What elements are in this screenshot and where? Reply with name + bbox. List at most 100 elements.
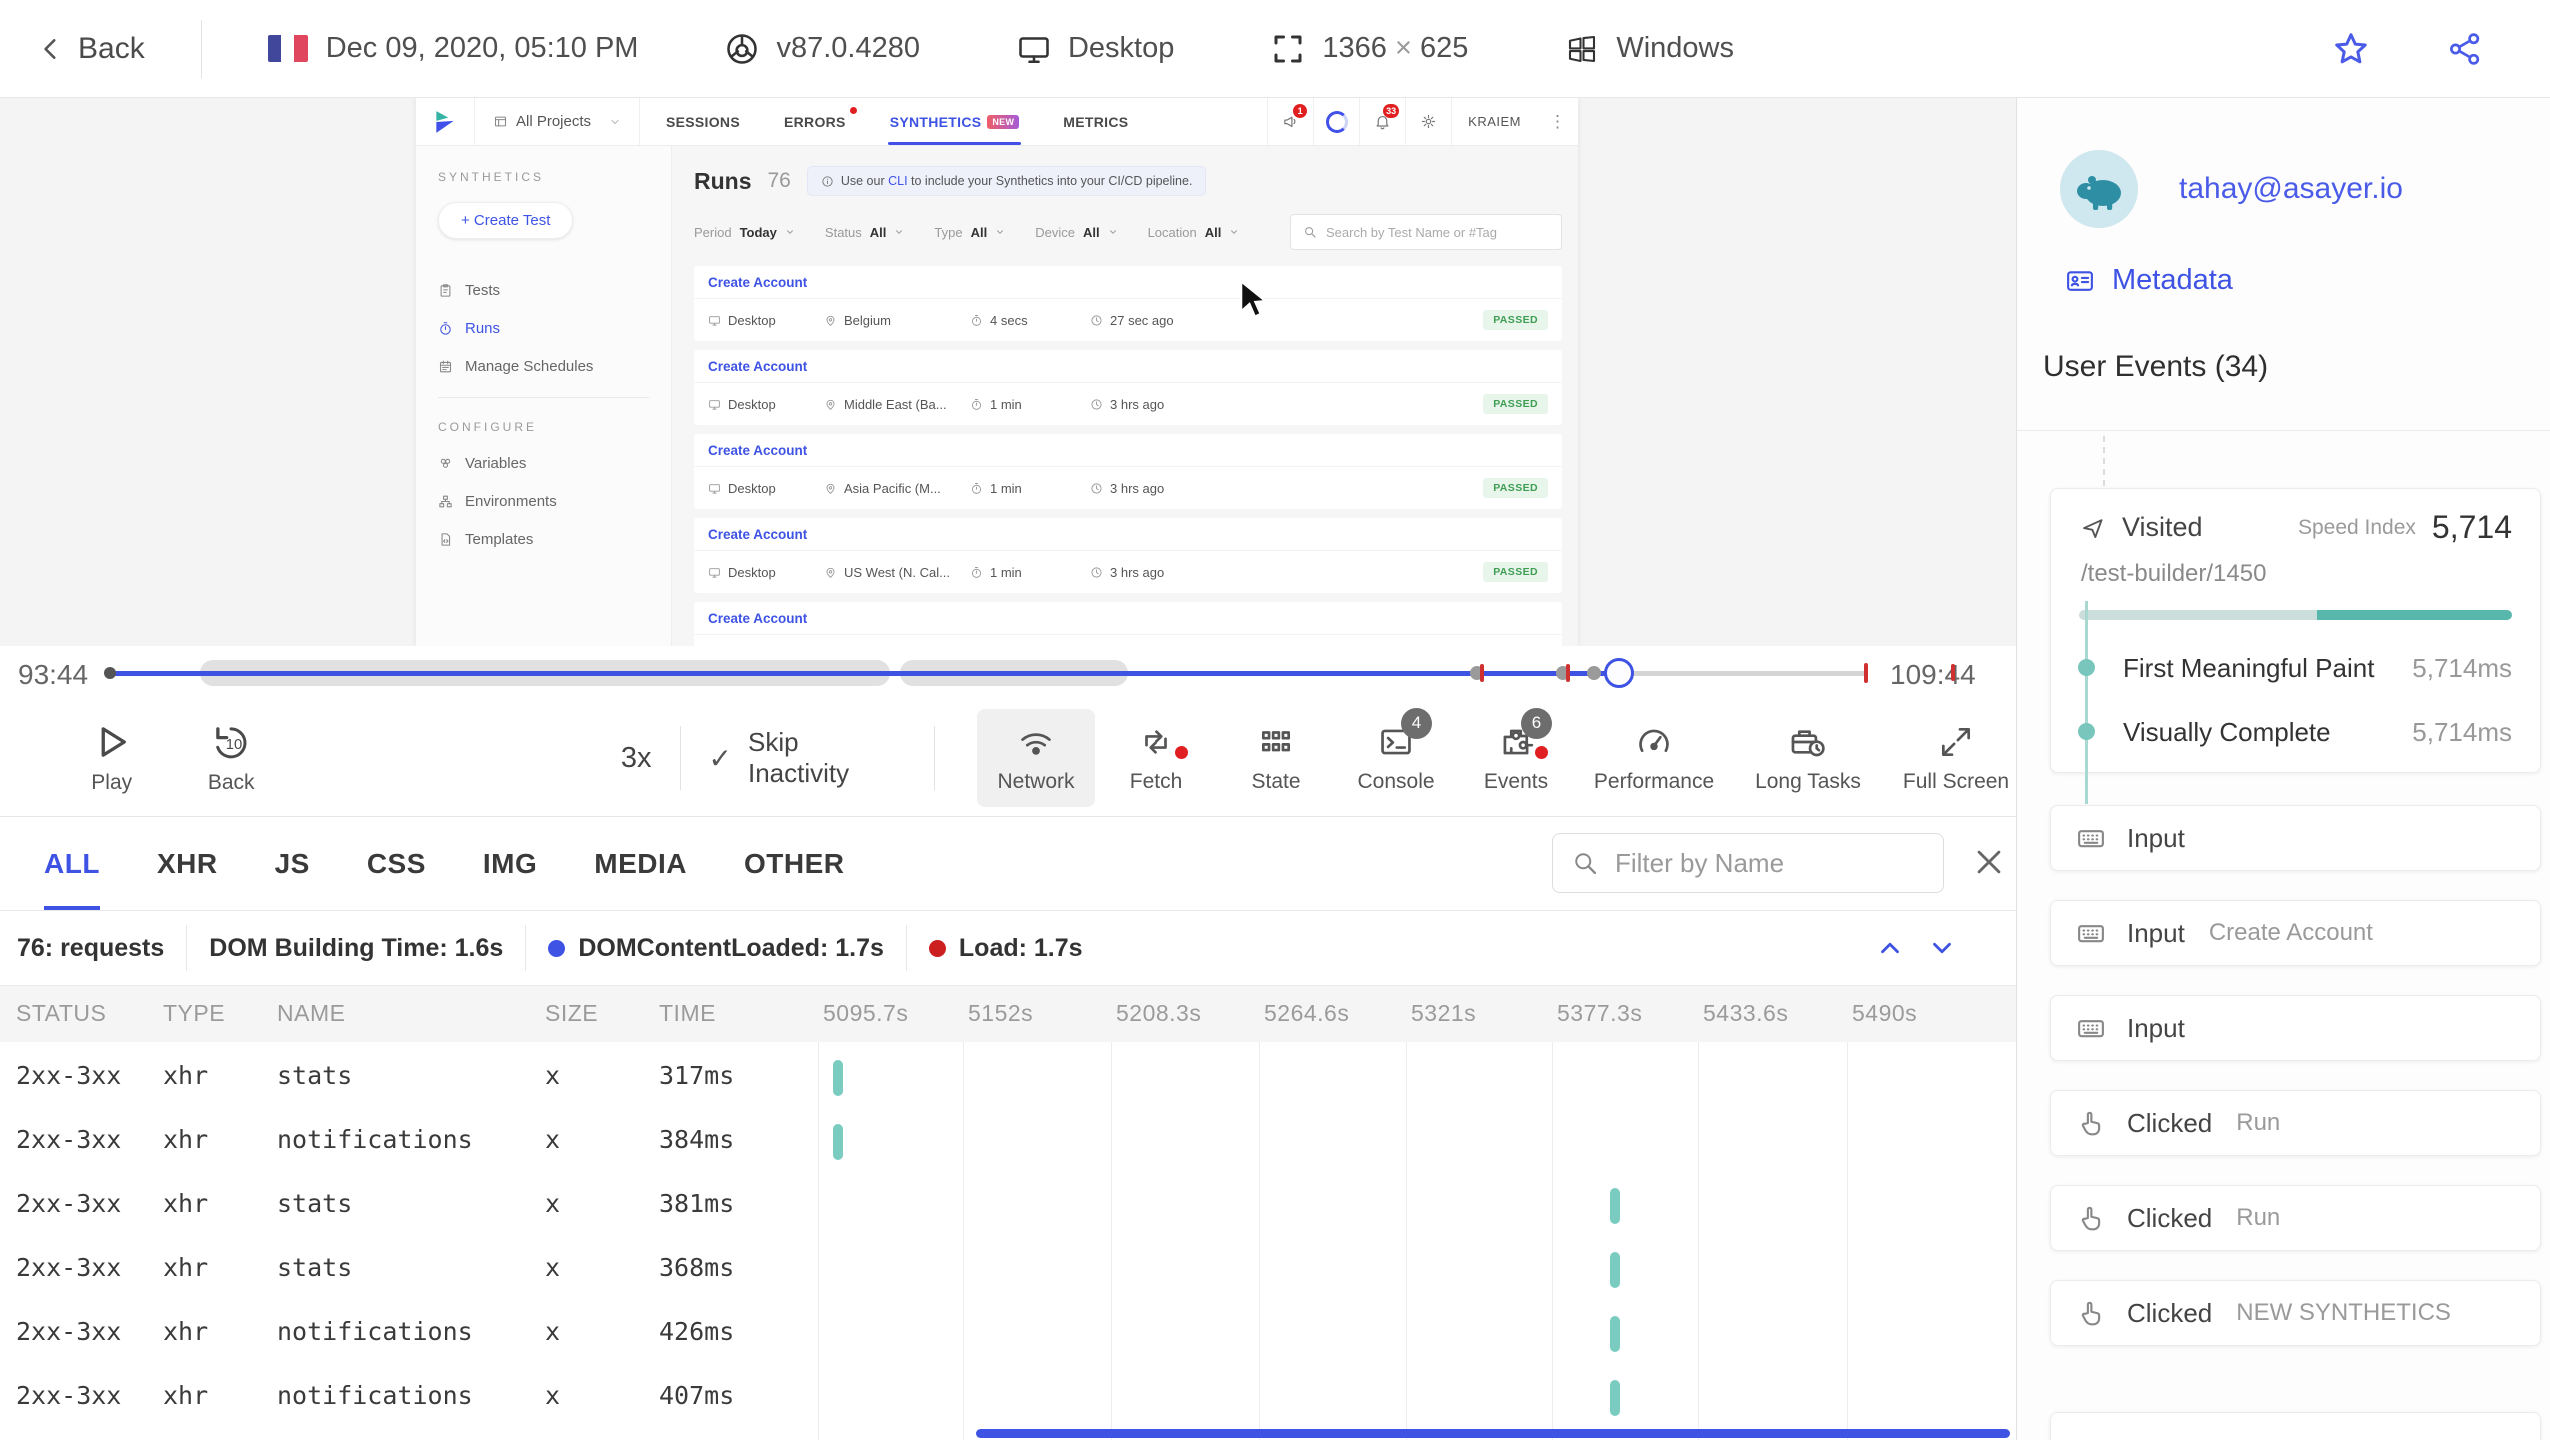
os-type: Windows: [1564, 31, 1734, 67]
network-request-row[interactable]: 2xx-3xx xhr stats x 317ms: [0, 1046, 2017, 1110]
network-tab-js[interactable]: JS: [275, 817, 310, 910]
app-logo-icon[interactable]: [416, 98, 474, 145]
network-request-row[interactable]: 2xx-3xx xhr stats x 381ms: [0, 1174, 2017, 1238]
error-marker[interactable]: [1480, 664, 1484, 682]
user-event-card-input[interactable]: Input: [2050, 805, 2541, 871]
create-test-button[interactable]: + Create Test: [438, 202, 574, 239]
network-panel-button[interactable]: Network: [977, 709, 1096, 807]
sidebar-item-environments[interactable]: Environments: [438, 493, 649, 510]
cli-link[interactable]: CLI: [888, 174, 907, 188]
playhead-handle[interactable]: [1604, 658, 1634, 688]
user-event-card-input[interactable]: Input Create Account: [2050, 900, 2541, 966]
run-filter[interactable]: Status All: [825, 225, 904, 240]
project-selector[interactable]: All Projects: [474, 98, 640, 145]
run-name[interactable]: Create Account: [694, 602, 1562, 635]
network-request-row[interactable]: 2xx-3xx xhr notifications x 407ms: [0, 1366, 2017, 1430]
visited-event-card[interactable]: Visited Speed Index 5,714 /test-builder/…: [2050, 488, 2541, 804]
announcements-button[interactable]: 1: [1267, 98, 1313, 145]
long-tasks-panel-button[interactable]: Long Tasks: [1749, 709, 1867, 807]
run-card[interactable]: Create Account Desktop Asia Pacific (M..…: [694, 434, 1562, 509]
error-marker[interactable]: [1864, 663, 1868, 683]
full-screen-panel-button[interactable]: Full Screen: [1897, 709, 2015, 807]
run-filter[interactable]: Type All: [934, 225, 1005, 240]
run-name[interactable]: Create Account: [694, 434, 1562, 467]
sidebar-item-manage-schedules[interactable]: Manage Schedules: [438, 358, 649, 375]
network-tab-css[interactable]: CSS: [367, 817, 426, 910]
fetch-panel-button[interactable]: Fetch: [1097, 709, 1215, 807]
filter-by-name-input[interactable]: Filter by Name: [1552, 833, 1944, 893]
svg-text:10: 10: [226, 737, 243, 753]
total-time: 109:44: [1890, 659, 1976, 690]
user-email[interactable]: tahay@asayer.io: [2179, 172, 2403, 206]
app-tab-synthetics[interactable]: SYNTHETICS NEW: [887, 98, 1021, 145]
run-filter[interactable]: Device All: [1035, 225, 1117, 240]
run-name[interactable]: Create Account: [694, 266, 1562, 299]
time-column-header: 5264.6s: [1264, 1000, 1350, 1026]
console-panel-button[interactable]: 4 Console: [1337, 707, 1455, 807]
variables-icon: [438, 456, 453, 471]
app-tab-sessions[interactable]: SESSIONS: [666, 98, 740, 145]
back-label: Back: [78, 31, 145, 65]
error-marker[interactable]: [1566, 664, 1570, 682]
network-summary-bar: 76: requests DOM Building Time: 1.6s DOM…: [0, 911, 2017, 986]
skip-inactivity-toggle[interactable]: ✓ Skip Inactivity: [709, 727, 907, 789]
network-request-row[interactable]: 2xx-3xx xhr notifications x 426ms: [0, 1302, 2017, 1366]
metadata-button[interactable]: Metadata: [2063, 264, 2233, 297]
resolution-brackets-icon: [1270, 31, 1306, 67]
run-filter[interactable]: Period Today: [694, 225, 795, 240]
run-card[interactable]: Create Account Desktop Middle East (Ba..…: [694, 350, 1562, 425]
play-button[interactable]: Play: [52, 721, 171, 795]
network-request-row[interactable]: 2xx-3xx xhr stats x 368ms: [0, 1238, 2017, 1302]
visited-label: Visited: [2122, 512, 2203, 542]
sidebar-item-variables[interactable]: Variables: [438, 455, 649, 472]
back-10s-button[interactable]: 10 Back: [171, 721, 290, 795]
chevron-down-icon: [995, 227, 1005, 237]
sidebar-item-tests[interactable]: Tests: [438, 282, 649, 299]
sidebar-item-templates[interactable]: Templates: [438, 531, 649, 548]
speed-toggle[interactable]: 3x: [621, 742, 652, 775]
app-tab-errors[interactable]: ERRORS: [784, 98, 857, 145]
jump-up-icon[interactable]: [1875, 933, 1905, 963]
favorite-star-icon[interactable]: [2332, 30, 2370, 68]
run-name[interactable]: Create Account: [694, 518, 1562, 551]
run-card[interactable]: Create Account Desktop Canada (Central..…: [694, 602, 1562, 646]
settings-button[interactable]: [1405, 98, 1451, 145]
more-menu[interactable]: ⋮: [1537, 98, 1578, 145]
network-tab-other[interactable]: OTHER: [744, 817, 845, 910]
user-event-card-clicked[interactable]: Clicked NEW SYNTHETICS: [2050, 1280, 2541, 1346]
user-event-card-input[interactable]: Input: [2050, 995, 2541, 1061]
run-filter[interactable]: Location All: [1148, 225, 1240, 240]
network-request-row[interactable]: 2xx-3xx xhr notifications x 384ms: [0, 1110, 2017, 1174]
sidebar-section-configure: CONFIGURE: [438, 420, 537, 434]
network-tab-img[interactable]: IMG: [483, 817, 537, 910]
metric-rail: [2085, 601, 2088, 804]
metric-row-visually-complete: Visually Complete 5,714ms: [2078, 717, 2512, 748]
count-badge: 4: [1401, 707, 1433, 739]
state-panel-button[interactable]: State: [1217, 709, 1335, 807]
time-column-header: 5152s: [968, 1000, 1034, 1026]
user-event-card-clicked[interactable]: Clicked Run: [2050, 1185, 2541, 1251]
player-timeline[interactable]: 93:44 109:44: [0, 646, 2017, 700]
close-panel-icon[interactable]: [1972, 845, 2006, 879]
notifications-button[interactable]: 33: [1359, 98, 1405, 145]
app-tab-metrics[interactable]: METRICS: [1063, 98, 1128, 145]
network-tab-all[interactable]: ALL: [44, 817, 100, 910]
browser-version: v87.0.4280: [724, 31, 920, 67]
share-icon[interactable]: [2446, 30, 2484, 68]
events-panel-button[interactable]: 6 Events: [1457, 707, 1575, 807]
run-card[interactable]: Create Account Desktop Belgium 4 secs 27…: [694, 266, 1562, 341]
sidebar-item-runs[interactable]: Runs: [438, 320, 649, 337]
user-event-card-clicked[interactable]: Clicked Run: [2050, 1090, 2541, 1156]
back-button[interactable]: Back: [38, 32, 145, 66]
run-name[interactable]: Create Account: [694, 350, 1562, 383]
test-search-input[interactable]: Search by Test Name or #Tag: [1290, 214, 1562, 250]
run-card[interactable]: Create Account Desktop US West (N. Cal..…: [694, 518, 1562, 593]
horizontal-scrollbar[interactable]: [976, 1429, 2010, 1438]
performance-panel-button[interactable]: Performance: [1594, 709, 1714, 807]
column-header-type: TYPE: [163, 1000, 226, 1026]
user-menu[interactable]: KRAIEM: [1451, 98, 1537, 145]
network-tab-media[interactable]: MEDIA: [594, 817, 687, 910]
user-event-card-partial[interactable]: [2050, 1412, 2541, 1440]
jump-down-icon[interactable]: [1927, 933, 1957, 963]
network-tab-xhr[interactable]: XHR: [157, 817, 218, 910]
